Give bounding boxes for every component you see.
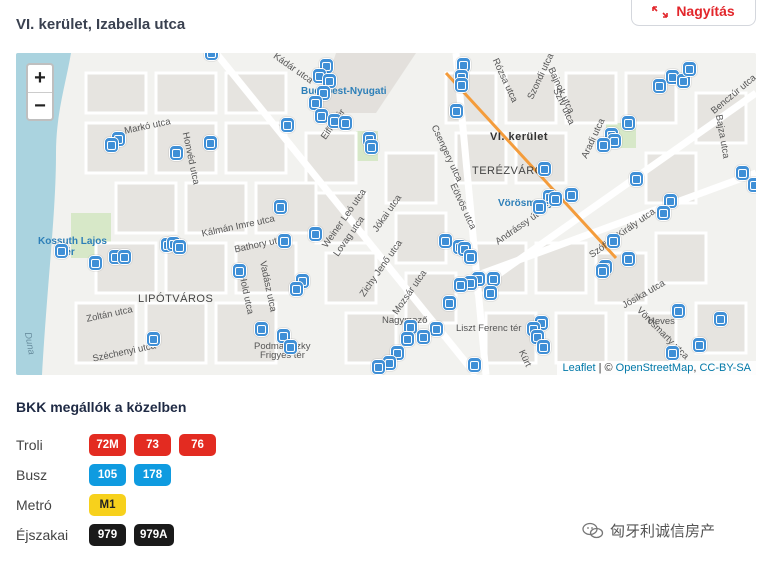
transit-section-title: BKK megállók a közelben [16, 399, 187, 415]
page-address: VI. kerület, Izabella utca [16, 16, 186, 33]
license-link[interactable]: CC-BY-SA [699, 362, 751, 374]
transit-stop-icon[interactable] [564, 187, 579, 203]
transit-stop-icon[interactable] [169, 145, 184, 161]
transit-stop-icon[interactable] [713, 311, 728, 327]
transit-stop-icon[interactable] [467, 357, 482, 373]
map-view[interactable]: + − Budapest-Nyugati VI. kerület TERÉZVÁ… [16, 53, 756, 375]
transit-stop-icon[interactable] [532, 199, 547, 215]
line-badge[interactable]: M1 [89, 494, 126, 516]
line-badge[interactable]: 72M [89, 434, 126, 456]
map-attribution: Leaflet | © OpenStreetMap, CC-BY-SA [557, 361, 756, 375]
zoom-out-button[interactable]: − [28, 92, 52, 119]
transit-row-label: Busz [16, 467, 48, 483]
transit-stop-icon[interactable] [438, 233, 453, 249]
transit-stop-icon[interactable] [54, 243, 69, 259]
transit-row-label: Metró [16, 497, 52, 513]
transit-stop-icon[interactable] [204, 53, 219, 61]
transit-row-label: Troli [16, 437, 43, 453]
transit-stop-icon[interactable] [682, 61, 697, 77]
leaflet-link[interactable]: Leaflet [562, 362, 595, 374]
transit-stop-icon[interactable] [621, 115, 636, 131]
transit-stop-icon[interactable] [203, 135, 218, 151]
transit-stop-icon[interactable] [280, 117, 295, 133]
transit-stop-icon[interactable] [537, 161, 552, 177]
transit-stop-icon[interactable] [172, 239, 187, 255]
transit-stop-icon[interactable] [453, 277, 468, 293]
transit-stop-icon[interactable] [596, 137, 611, 153]
line-badge[interactable]: 979 [89, 524, 126, 546]
transit-stop-icon[interactable] [606, 233, 621, 249]
transit-stop-icon[interactable] [289, 281, 304, 297]
transit-stop-icon[interactable] [442, 295, 457, 311]
transit-stop-icon[interactable] [449, 103, 464, 119]
transit-stop-icon[interactable] [338, 115, 353, 131]
transit-row-troli: Troli 72M 73 76 [16, 434, 216, 456]
wechat-icon [582, 522, 604, 538]
transit-row-busz: Busz 105 178 [16, 464, 171, 486]
line-badge[interactable]: 73 [134, 434, 171, 456]
transit-row-ejszakai: Éjszakai 979 979A [16, 524, 174, 546]
transit-stop-icon[interactable] [483, 285, 498, 301]
transit-stop-icon[interactable] [146, 331, 161, 347]
transit-stop-icon[interactable] [117, 249, 132, 265]
transit-stop-icon[interactable] [104, 137, 119, 153]
transit-row-label: Éjszakai [16, 527, 69, 543]
transit-stop-icon[interactable] [232, 263, 247, 279]
transit-stop-icon[interactable] [536, 339, 551, 355]
transit-stop-icon[interactable] [88, 255, 103, 271]
transit-stop-icon[interactable] [371, 359, 386, 375]
transit-stop-icon[interactable] [629, 171, 644, 187]
watermark: 匈牙利诚信房产 [582, 520, 715, 541]
line-badge[interactable]: 76 [179, 434, 216, 456]
transit-stop-icon[interactable] [621, 251, 636, 267]
transit-stop-icon[interactable] [364, 139, 379, 155]
transit-stop-icon[interactable] [254, 321, 269, 337]
transit-stop-icon[interactable] [429, 321, 444, 337]
expand-label: Nagyítás [676, 3, 735, 19]
transit-stop-icon[interactable] [548, 191, 563, 207]
transit-stop-icon[interactable] [652, 78, 667, 94]
map-label: Kossuth Lajos [38, 236, 107, 247]
transit-stop-icon[interactable] [273, 199, 288, 215]
map-label: VI. kerület [490, 131, 549, 143]
osm-link[interactable]: OpenStreetMap [616, 362, 694, 374]
transit-stop-icon[interactable] [595, 263, 610, 279]
expand-map-button[interactable]: Nagyítás [631, 0, 756, 26]
heading-fragment: • [16, 0, 76, 4]
transit-stop-icon[interactable] [671, 303, 686, 319]
expand-icon [652, 6, 669, 18]
map-label: LIPÓTVÁROS [138, 293, 214, 305]
transit-stop-icon[interactable] [308, 226, 323, 242]
transit-stop-icon[interactable] [277, 233, 292, 249]
line-badge[interactable]: 979A [134, 524, 174, 546]
transit-stop-icon[interactable] [283, 339, 298, 355]
line-badge[interactable]: 105 [89, 464, 126, 486]
transit-stop-icon[interactable] [692, 337, 707, 353]
transit-stop-icon[interactable] [463, 249, 478, 265]
zoom-in-button[interactable]: + [28, 65, 52, 92]
transit-stop-icon[interactable] [416, 329, 431, 345]
line-badge[interactable]: 178 [134, 464, 171, 486]
transit-stop-icon[interactable] [656, 205, 671, 221]
transit-stop-icon[interactable] [665, 345, 680, 361]
transit-stop-icon[interactable] [747, 177, 756, 193]
zoom-control: + − [26, 63, 54, 121]
transit-row-metro: Metró M1 [16, 494, 126, 516]
transit-stop-icon[interactable] [454, 77, 469, 93]
street-label: Liszt Ferenc tér [456, 323, 522, 334]
